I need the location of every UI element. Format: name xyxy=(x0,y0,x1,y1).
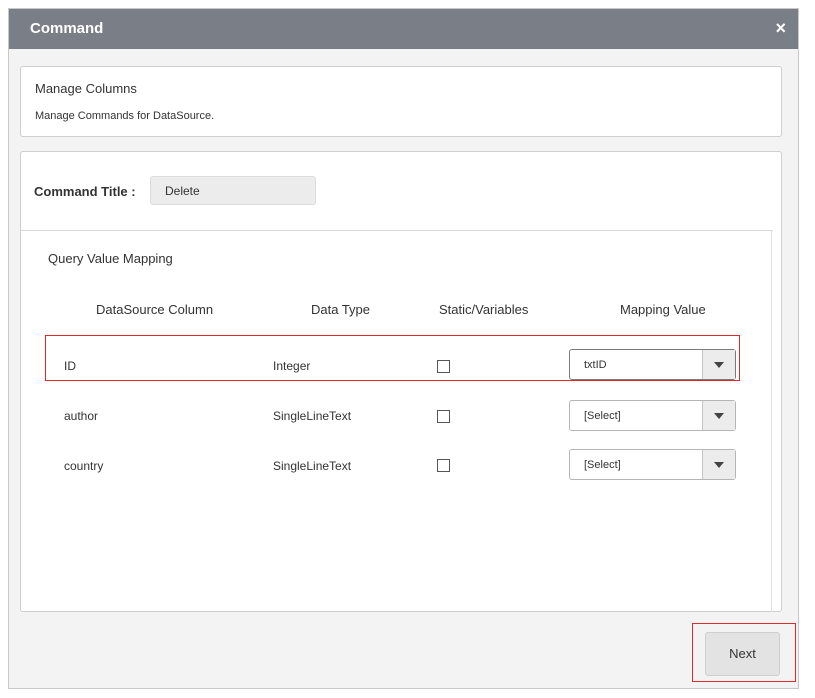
close-icon[interactable]: × xyxy=(775,18,786,39)
header-datasource-column: DataSource Column xyxy=(96,302,214,317)
manage-columns-subtitle: Manage Commands for DataSource. xyxy=(35,110,215,122)
row-country-mapping-select[interactable]: [Select] xyxy=(569,449,736,480)
dialog-titlebar: Command × xyxy=(9,9,798,49)
query-value-mapping-title: Query Value Mapping xyxy=(48,251,173,266)
row-author-type: SingleLineText xyxy=(273,409,352,423)
chevron-down-icon xyxy=(714,462,724,468)
next-button[interactable]: Next xyxy=(705,632,780,676)
row-country-column: country xyxy=(64,459,104,473)
header-static-variables: Static/Variables xyxy=(439,302,529,317)
panel-scroll-edge xyxy=(771,230,772,612)
command-title-field[interactable]: Delete xyxy=(150,176,316,205)
row-country-type: SingleLineText xyxy=(273,459,352,473)
dropdown-button[interactable] xyxy=(702,450,735,479)
row-country-mapping-value: [Select] xyxy=(584,459,621,471)
dialog-title: Command xyxy=(30,20,104,37)
row-highlight-box xyxy=(45,335,740,381)
command-title-label: Command Title : xyxy=(34,184,136,199)
chevron-down-icon xyxy=(714,413,724,419)
dropdown-button[interactable] xyxy=(702,401,735,430)
header-mapping-value: Mapping Value xyxy=(620,302,706,317)
row-author-mapping-value: [Select] xyxy=(584,410,621,422)
row-author-static-checkbox[interactable] xyxy=(437,410,450,423)
row-author-mapping-select[interactable]: [Select] xyxy=(569,400,736,431)
row-country-static-checkbox[interactable] xyxy=(437,459,450,472)
row-author-column: author xyxy=(64,409,99,423)
manage-columns-heading: Manage Columns xyxy=(35,81,137,96)
manage-columns-panel: Manage Columns Manage Commands for DataS… xyxy=(20,66,782,137)
command-panel: Command Title : Delete Query Value Mappi… xyxy=(20,151,782,612)
header-data-type: Data Type xyxy=(311,302,371,317)
section-divider xyxy=(21,230,773,231)
